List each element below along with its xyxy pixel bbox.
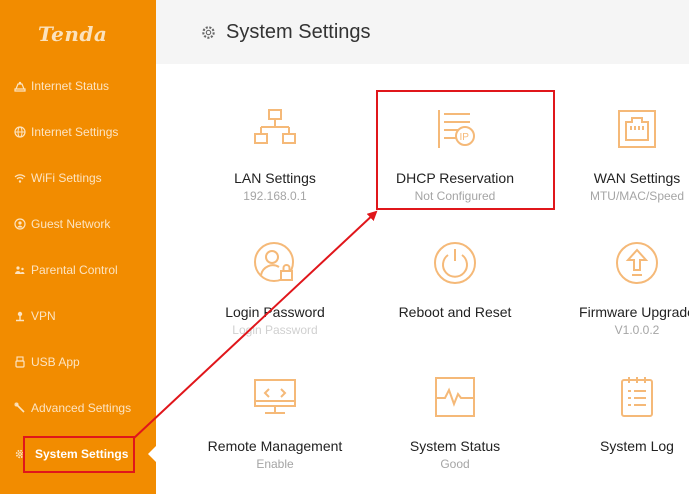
- wrench-icon: [14, 402, 26, 414]
- tile-subtext: V1.0.0.2: [614, 323, 660, 337]
- page-title: System Settings: [226, 20, 371, 43]
- sidebar-item-parental-control[interactable]: Parental Control: [0, 257, 156, 283]
- tile-label: LAN Settings: [234, 170, 316, 186]
- tile-subtext: Login Password: [232, 323, 318, 337]
- sidebar-item-internet-status[interactable]: Internet Status: [0, 73, 156, 99]
- system-status-icon: [432, 374, 478, 420]
- usb-icon: [14, 356, 26, 368]
- tile-subtext: 192.168.0.1: [243, 189, 307, 203]
- tile-subtext: Enable: [256, 457, 294, 471]
- wan-port-icon: [614, 106, 660, 152]
- tile-system-log[interactable]: System Log: [547, 374, 689, 494]
- tile-label: Firmware Upgrade: [579, 304, 689, 320]
- guest-network-icon: [14, 218, 26, 230]
- tile-label: System Log: [600, 438, 674, 454]
- gear-icon: [202, 25, 215, 39]
- firmware-upgrade-icon: [614, 240, 660, 286]
- sidebar-item-wifi-settings[interactable]: WiFi Settings: [0, 165, 156, 191]
- sidebar-item-label: WiFi Settings: [31, 171, 102, 185]
- sidebar-item-usb-app[interactable]: USB App: [0, 349, 156, 375]
- tile-label: Remote Management: [207, 438, 343, 454]
- tile-label: System Status: [409, 438, 501, 454]
- tile-system-status[interactable]: System Status Good: [365, 374, 545, 494]
- tile-login-password[interactable]: Login Password Login Password: [185, 240, 365, 360]
- tenda-logo: Tenda: [38, 22, 108, 46]
- annotation-highlight-sidebar: [23, 436, 135, 473]
- tile-label: Reboot and Reset: [398, 304, 512, 320]
- power-icon: [432, 240, 478, 286]
- tile-label: WAN Settings: [593, 170, 681, 186]
- tile-firmware-upgrade[interactable]: Firmware Upgrade V1.0.0.2: [547, 240, 689, 360]
- active-item-pointer: [148, 446, 156, 462]
- system-log-icon: [614, 374, 660, 420]
- sidebar-item-label: Internet Settings: [31, 125, 119, 139]
- lan-icon: [252, 106, 298, 152]
- login-password-icon: [252, 240, 298, 286]
- tile-remote-management[interactable]: Remote Management Enable: [185, 374, 365, 494]
- internet-status-icon: [14, 80, 26, 92]
- vpn-icon: [14, 310, 26, 322]
- tile-reboot-and-reset[interactable]: Reboot and Reset: [365, 240, 545, 360]
- sidebar-item-label: Parental Control: [31, 263, 118, 277]
- sidebar-item-label: Advanced Settings: [31, 401, 132, 415]
- tile-label: Login Password: [225, 304, 325, 320]
- tile-subtext: MTU/MAC/Speed: [589, 189, 685, 203]
- page-header: System Settings: [156, 0, 689, 64]
- tile-subtext: Good: [440, 457, 470, 471]
- parental-control-icon: [14, 264, 26, 276]
- sidebar: Tenda Internet Status Internet Settings …: [0, 0, 156, 494]
- tile-lan-settings[interactable]: LAN Settings 192.168.0.1: [185, 106, 365, 226]
- sidebar-item-advanced-settings[interactable]: Advanced Settings: [0, 395, 156, 421]
- wifi-icon: [14, 172, 26, 184]
- sidebar-item-label: VPN: [31, 309, 56, 323]
- sidebar-item-label: USB App: [31, 355, 80, 369]
- sidebar-item-guest-network[interactable]: Guest Network: [0, 211, 156, 237]
- sidebar-item-vpn[interactable]: VPN: [0, 303, 156, 329]
- tile-wan-settings[interactable]: WAN Settings MTU/MAC/Speed: [547, 106, 689, 226]
- remote-management-icon: [252, 374, 298, 420]
- sidebar-item-internet-settings[interactable]: Internet Settings: [0, 119, 156, 145]
- sidebar-item-label: Internet Status: [31, 79, 110, 93]
- annotation-highlight-dhcp: [376, 90, 555, 210]
- sidebar-item-label: Guest Network: [31, 217, 111, 231]
- globe-icon: [14, 126, 26, 138]
